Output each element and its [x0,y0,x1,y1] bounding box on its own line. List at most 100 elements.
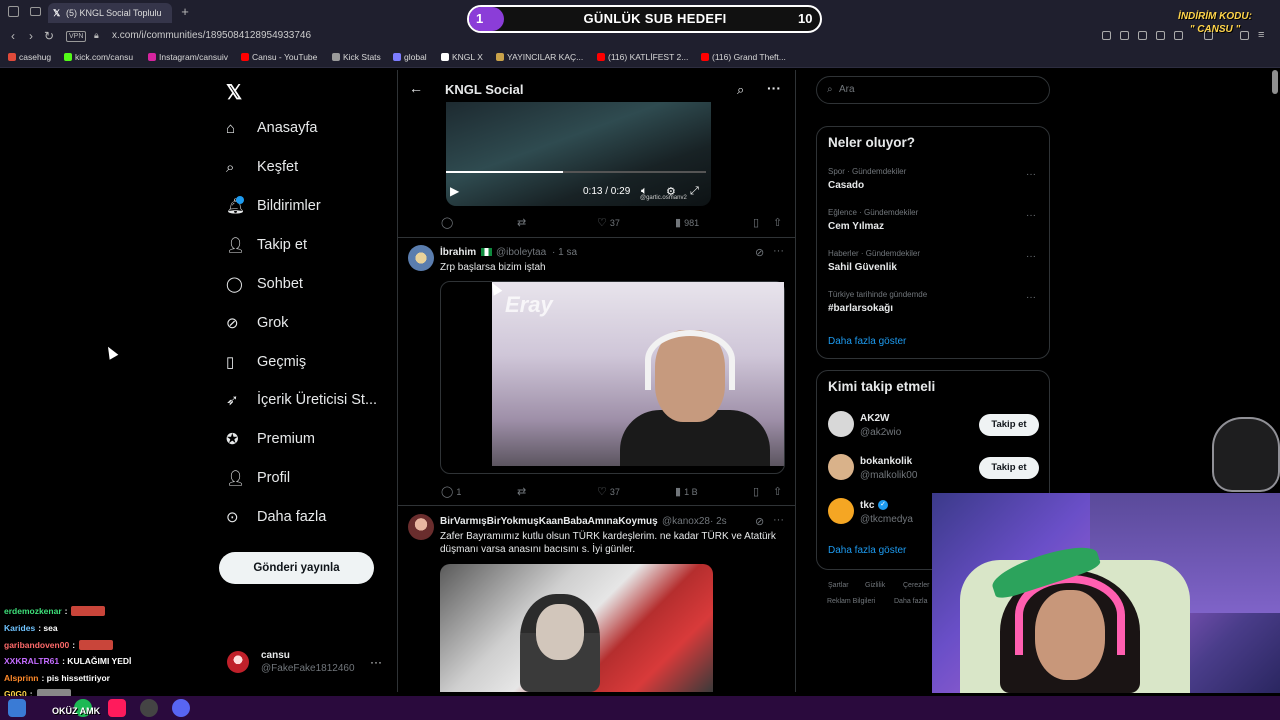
retweet-button[interactable]: ⇄ [517,216,529,229]
share-button[interactable]: ⇧ [773,485,785,498]
bookmark-8[interactable]: (116) KATLİFEST 2... [597,52,688,62]
trend-more-icon[interactable]: ··· [1026,292,1036,303]
trend-more-icon[interactable]: ··· [1026,251,1036,262]
bookmark-0[interactable]: casehug [8,52,51,62]
reply-button[interactable]: ◯ [441,216,456,229]
volume-icon[interactable]: 🔈︎ [641,185,648,198]
footer-link[interactable]: Reklam Bilgileri [827,598,875,605]
nav-item-profil[interactable]: 👤︎ Profil [226,464,396,494]
url-field[interactable]: x.com/i/communities/1895084128954933746 [112,30,311,41]
trend-name[interactable]: #barlarsokağı [828,303,893,314]
tweet-author-handle[interactable]: @kanox28 [662,516,710,527]
nav-item-bildirimler[interactable]: 🔔︎ Bildirimler [226,192,396,222]
tweet-time[interactable]: · 1 sa [552,247,577,258]
bookmark-7[interactable]: YAYINCILAR KAÇ... [496,52,583,62]
avatar[interactable] [408,245,434,271]
fullscreen-icon[interactable]: ⤢ [690,185,699,198]
send-icon[interactable] [1156,31,1165,40]
tweet-more-icon[interactable]: ··· [773,245,784,257]
community-search-icon[interactable]: ⌕ [737,82,744,98]
community-more-icon[interactable]: ··· [767,80,781,96]
grok-icon[interactable]: ⊘ [755,515,764,528]
obs-icon[interactable] [140,699,158,717]
retweet-button[interactable]: ⇄ [517,485,529,498]
discord-icon[interactable] [172,699,190,717]
trend-name[interactable]: Casado [828,180,864,191]
workspaces-icon[interactable] [30,7,41,16]
play-icon[interactable]: ▶ [450,184,459,198]
post-button[interactable]: Gönderi yayınla [219,552,374,584]
back-icon[interactable]: ‹ [6,29,20,43]
nav-item-i-çerik-üreticisi-st-[interactable]: ➶ İçerik Üreticisi St... [226,386,396,416]
trend-name[interactable]: Cem Yılmaz [828,221,884,232]
follow-suggestion-handle[interactable]: @ak2wio [860,427,901,438]
tweet-author-name[interactable]: İbrahim [440,247,476,258]
nav-item-grok[interactable]: ⊘ Grok [226,309,396,339]
scrollbar-thumb[interactable] [1272,70,1278,94]
bookmark-2[interactable]: Instagram/cansuiv [148,52,228,62]
tab-active[interactable]: 𝕏 (5) KNGL Social Toplulu [48,3,172,23]
new-tab-button[interactable]: + [178,4,192,20]
reply-button[interactable]: ◯ 1 [441,485,461,498]
shield-icon[interactable] [1138,31,1147,40]
follow-suggestion-handle[interactable]: @malkolik00 [860,470,917,481]
grok-icon[interactable]: ⊘ [755,246,764,259]
trends-show-more-link[interactable]: Daha fazla göster [828,336,906,347]
bookmark-4[interactable]: Kick Stats [332,52,381,62]
views-button[interactable]: ▮ 1 B [675,485,698,498]
vpn-badge[interactable]: VPN [66,31,87,42]
account-handle[interactable]: @FakeFake1812460 [261,663,355,674]
bookmark-1[interactable]: kick.com/cansu [64,52,133,62]
tweet-author-handle[interactable]: @iboleytaa [496,247,546,258]
forward-icon[interactable]: › [24,29,38,43]
extension-icon[interactable] [1102,31,1111,40]
follow-suggestion-name[interactable]: AK2W [860,413,889,424]
video-settings-icon[interactable]: ⚙ [666,185,676,198]
follow-button[interactable]: Takip et [979,414,1039,436]
bookmark-3[interactable]: Cansu - YouTube [241,52,317,62]
follow-suggestion-name[interactable]: tkc [860,500,874,511]
avatar[interactable] [828,454,854,480]
trend-more-icon[interactable]: ··· [1026,169,1036,180]
nav-item-takip-et[interactable]: 👤︎ Takip et [226,231,396,261]
views-button[interactable]: ▮ 981 [675,216,699,229]
snapshot-icon[interactable] [1120,31,1129,40]
like-button[interactable]: ♡ 37 [597,216,620,229]
nav-item-premium[interactable]: ✪ Premium [226,425,396,455]
bookmark-9[interactable]: (116) Grand Theft... [701,52,786,62]
follow-suggestion-name[interactable]: bokankolik [860,456,912,467]
account-more-icon[interactable]: ··· [370,655,382,669]
trend-name[interactable]: Sahil Güvenlik [828,262,897,273]
bookmark-button[interactable]: ▯ [753,485,762,498]
bookmark-6[interactable]: KNGL X [441,52,483,62]
tweet-author-name[interactable]: BirVarmışBirYokmuşKaanBabaAmınaKoymuş [440,516,658,527]
footer-link[interactable]: Çerezler [903,582,929,589]
nav-item-daha-fazla[interactable]: ⊙ Daha fazla [226,503,396,533]
footer-link[interactable]: Gizlilik [865,582,885,589]
like-button[interactable]: ♡ 37 [597,485,620,498]
nav-item-anasayfa[interactable]: ⌂ Anasayfa [226,114,396,144]
wtf-show-more-link[interactable]: Daha fazla göster [828,545,906,556]
nav-item-geçmiş[interactable]: ▯ Geçmiş [226,348,396,378]
x-logo-icon[interactable]: 𝕏 [226,80,242,105]
trend-more-icon[interactable]: ··· [1026,210,1036,221]
footer-link[interactable]: Daha fazla [894,598,927,605]
back-arrow-icon[interactable]: ← [409,80,423,96]
nav-item-sohbet[interactable]: ◯ Sohbet [226,270,396,300]
follow-button[interactable]: Takip et [979,457,1039,479]
follow-suggestion-handle[interactable]: @tkcmedya [860,514,913,525]
bookmark-button[interactable]: ▯ [753,216,762,229]
account-name[interactable]: cansu [261,650,290,661]
avatar[interactable] [828,498,854,524]
footer-link[interactable]: Şartlar [828,582,849,589]
share-button[interactable]: ⇧ [773,216,785,229]
avatar[interactable] [828,411,854,437]
bookmark-5[interactable]: global [393,52,427,62]
lock-icon[interactable]: 🔒︎ [94,30,99,41]
opera-icon[interactable] [108,699,126,717]
reload-icon[interactable]: ↻ [42,29,56,43]
nav-item-keşfet[interactable]: ⌕ Keşfet [226,153,396,183]
avatar[interactable] [408,514,434,540]
avatar[interactable] [227,651,249,673]
sidebar-toggle-icon[interactable] [8,6,19,17]
